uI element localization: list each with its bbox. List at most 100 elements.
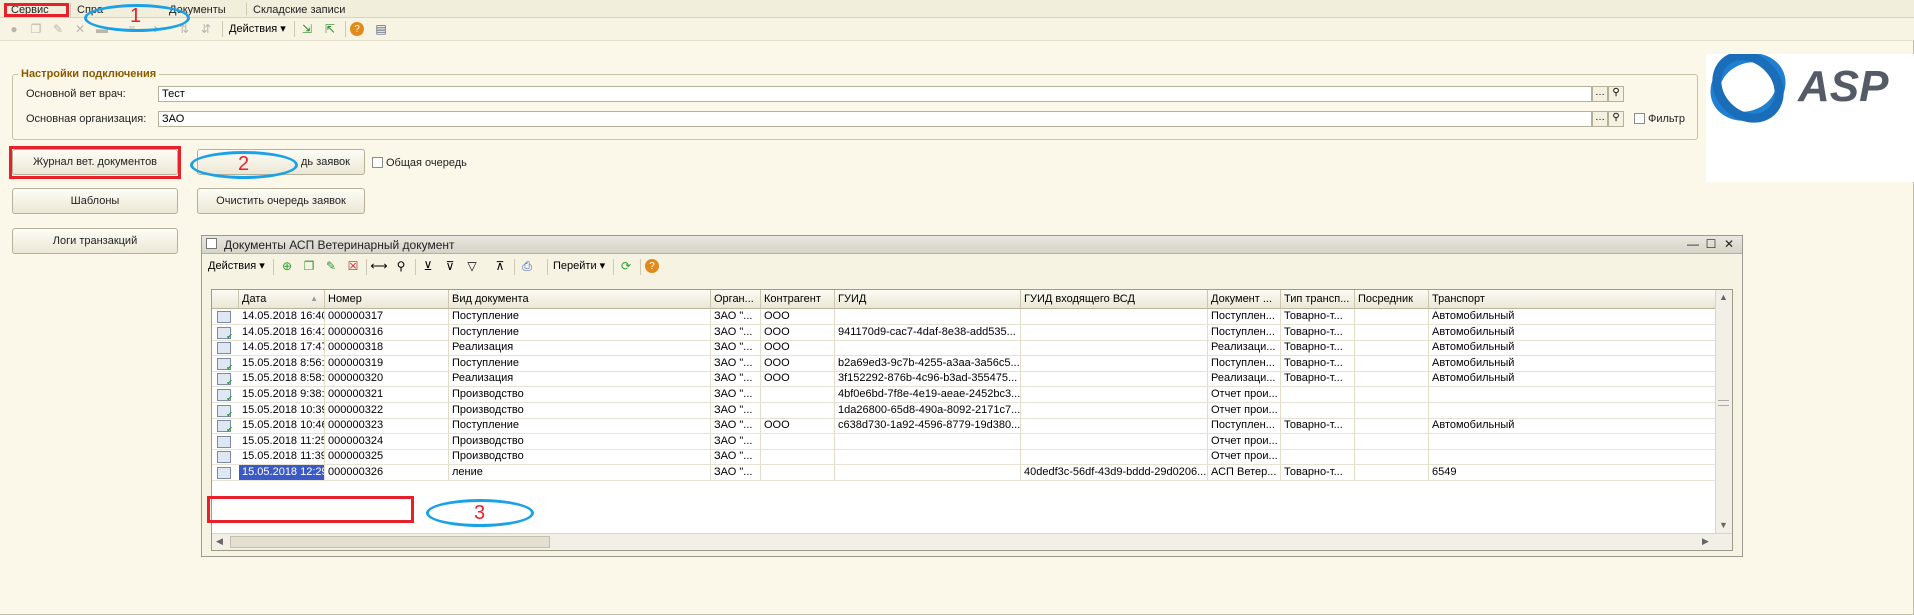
cell-document[interactable]: Отчет прои... (1208, 387, 1281, 402)
table-row[interactable]: 14.05.2018 16:40:...000000317Поступление… (212, 309, 1717, 325)
menu-warehouse-records[interactable]: Складские записи (246, 2, 356, 16)
cell-transport-type[interactable]: Товарно-т... (1281, 340, 1355, 356)
table-row[interactable]: 15.05.2018 11:39:...000000325Производств… (212, 449, 1717, 466)
cell-transport[interactable] (1429, 433, 1717, 449)
table-row[interactable]: 14.05.2018 16:41:...000000316Поступление… (212, 324, 1717, 341)
cell-counterparty[interactable]: ООО (761, 309, 835, 324)
import-icon[interactable]: ⇱ (322, 21, 338, 37)
cell-guid[interactable] (835, 465, 1021, 480)
cell-org[interactable]: ЗАО "... (711, 371, 761, 387)
cell-date[interactable]: 15.05.2018 11:25:... (239, 433, 325, 449)
cell-incoming-guid[interactable] (1021, 371, 1208, 387)
cell-number[interactable]: 000000317 (325, 309, 449, 324)
cell-transport-type[interactable]: Товарно-т... (1281, 309, 1355, 324)
cell-guid[interactable]: 1da26800-65d8-490a-8092-2171c7... (835, 402, 1021, 418)
filter-checkbox[interactable] (1634, 113, 1645, 124)
vertical-scrollbar[interactable]: ▲ ▼ (1715, 290, 1732, 534)
cell-number[interactable]: 000000316 (325, 324, 449, 340)
cell-org[interactable]: ЗАО "... (711, 402, 761, 418)
sort-desc-icon[interactable]: ⇵ (198, 21, 214, 37)
cell-incoming-guid[interactable]: 40dedf3c-56df-43d9-bddd-29d0206... (1021, 465, 1208, 480)
cell-transport[interactable] (1429, 387, 1717, 402)
cell-org[interactable]: ЗАО "... (711, 433, 761, 449)
cell-date[interactable]: 15.05.2018 10:39:... (239, 402, 325, 418)
cell-document[interactable]: Отчет прои... (1208, 402, 1281, 418)
cell-counterparty[interactable] (761, 402, 835, 418)
cell-intermediary[interactable] (1355, 387, 1429, 402)
cell-counterparty[interactable]: ООО (761, 418, 835, 434)
cell-number[interactable]: 000000319 (325, 355, 449, 371)
cell-number[interactable]: 000000320 (325, 371, 449, 387)
cell-guid[interactable] (835, 433, 1021, 449)
cell-number[interactable]: 000000318 (325, 340, 449, 356)
clear-queue-button[interactable]: Очистить очередь заявок (197, 188, 365, 214)
cell-document[interactable]: Отчет прои... (1208, 433, 1281, 449)
cell-incoming-guid[interactable] (1021, 433, 1208, 449)
cell-org[interactable]: ЗАО "... (711, 465, 761, 480)
cell-document[interactable]: Поступлен... (1208, 418, 1281, 434)
cell-date[interactable]: 14.05.2018 17:47:... (239, 340, 325, 356)
window-actions-menu[interactable]: Действия ▾ (208, 258, 270, 274)
cell-transport-type[interactable] (1281, 449, 1355, 465)
column-header-transport[interactable]: Транспорт (1429, 290, 1717, 309)
cell-transport[interactable]: Автомобильный (1429, 324, 1717, 340)
cell-transport-type[interactable] (1281, 402, 1355, 418)
cell-doc-kind[interactable]: Реализация (449, 340, 711, 356)
table-row[interactable]: 15.05.2018 8:58:25000000320РеализацияЗАО… (212, 371, 1717, 388)
cell-doc-kind[interactable]: Реализация (449, 371, 711, 387)
cell-counterparty[interactable] (761, 449, 835, 465)
cell-counterparty[interactable]: ООО (761, 371, 835, 387)
search-icon[interactable]: ⚲ (1608, 111, 1624, 127)
cell-doc-kind[interactable]: Поступление (449, 324, 711, 340)
cell-number[interactable]: 000000321 (325, 387, 449, 402)
cell-date[interactable]: 15.05.2018 11:39:... (239, 449, 325, 465)
cell-number[interactable]: 000000324 (325, 433, 449, 449)
cell-intermediary[interactable] (1355, 309, 1429, 324)
cell-transport-type[interactable]: Товарно-т... (1281, 371, 1355, 387)
cell-org[interactable]: ЗАО "... (711, 418, 761, 434)
help-icon[interactable]: ? (645, 259, 659, 273)
cell-transport[interactable]: Автомобильный (1429, 309, 1717, 324)
cell-guid[interactable]: c638d730-1a92-4596-8779-19d380... (835, 418, 1021, 434)
edit-icon[interactable]: ✎ (50, 21, 66, 37)
cell-document[interactable]: Поступлен... (1208, 355, 1281, 371)
templates-button[interactable]: Шаблоны (12, 188, 178, 214)
cell-date[interactable]: 15.05.2018 8:56:36 (239, 355, 325, 371)
close-icon[interactable]: ✕ (1722, 237, 1736, 251)
scroll-up-icon[interactable]: ▲ (1719, 292, 1728, 302)
copy-icon[interactable]: ❐ (301, 258, 317, 274)
cell-transport[interactable]: Автомобильный (1429, 418, 1717, 434)
find-icon[interactable]: ⚲ (393, 258, 409, 274)
cell-doc-kind[interactable]: Поступление (449, 418, 711, 434)
scroll-left-icon[interactable]: ◀ (216, 536, 223, 547)
cell-counterparty[interactable] (761, 387, 835, 402)
column-header-doc-kind[interactable]: Вид документа (449, 290, 711, 309)
help-icon[interactable]: ? (350, 22, 364, 36)
cell-transport[interactable]: Автомобильный (1429, 371, 1717, 387)
cell-intermediary[interactable] (1355, 449, 1429, 465)
column-header-transport-type[interactable]: Тип трансп... (1281, 290, 1355, 309)
cell-intermediary[interactable] (1355, 340, 1429, 356)
cell-document[interactable]: Реализаци... (1208, 340, 1281, 356)
refresh-icon[interactable]: ⟳ (618, 258, 634, 274)
cell-transport[interactable]: 6549 (1429, 465, 1717, 480)
filter-dropdown-icon[interactable]: ▽ (464, 258, 480, 274)
table-row[interactable]: 15.05.2018 11:25:...000000324Производств… (212, 433, 1717, 450)
cell-transport-type[interactable] (1281, 433, 1355, 449)
cell-doc-kind[interactable]: Поступление (449, 309, 711, 324)
delete-icon[interactable]: ☒ (345, 258, 361, 274)
cell-intermediary[interactable] (1355, 433, 1429, 449)
cell-document[interactable]: Поступлен... (1208, 324, 1281, 340)
cell-number[interactable]: 000000322 (325, 402, 449, 418)
cell-doc-kind[interactable]: Производство (449, 387, 711, 402)
cell-org[interactable]: ЗАО "... (711, 355, 761, 371)
minimize-icon[interactable]: — (1686, 237, 1700, 251)
cell-document[interactable]: Отчет прои... (1208, 449, 1281, 465)
cell-incoming-guid[interactable] (1021, 449, 1208, 465)
actions-menu[interactable]: Действия ▾ (229, 21, 291, 37)
cell-transport[interactable] (1429, 402, 1717, 418)
column-header-counterparty[interactable]: Контрагент (761, 290, 835, 309)
column-header-document[interactable]: Документ ... (1208, 290, 1281, 309)
cell-org[interactable]: ЗАО "... (711, 449, 761, 465)
cell-org[interactable]: ЗАО "... (711, 324, 761, 340)
